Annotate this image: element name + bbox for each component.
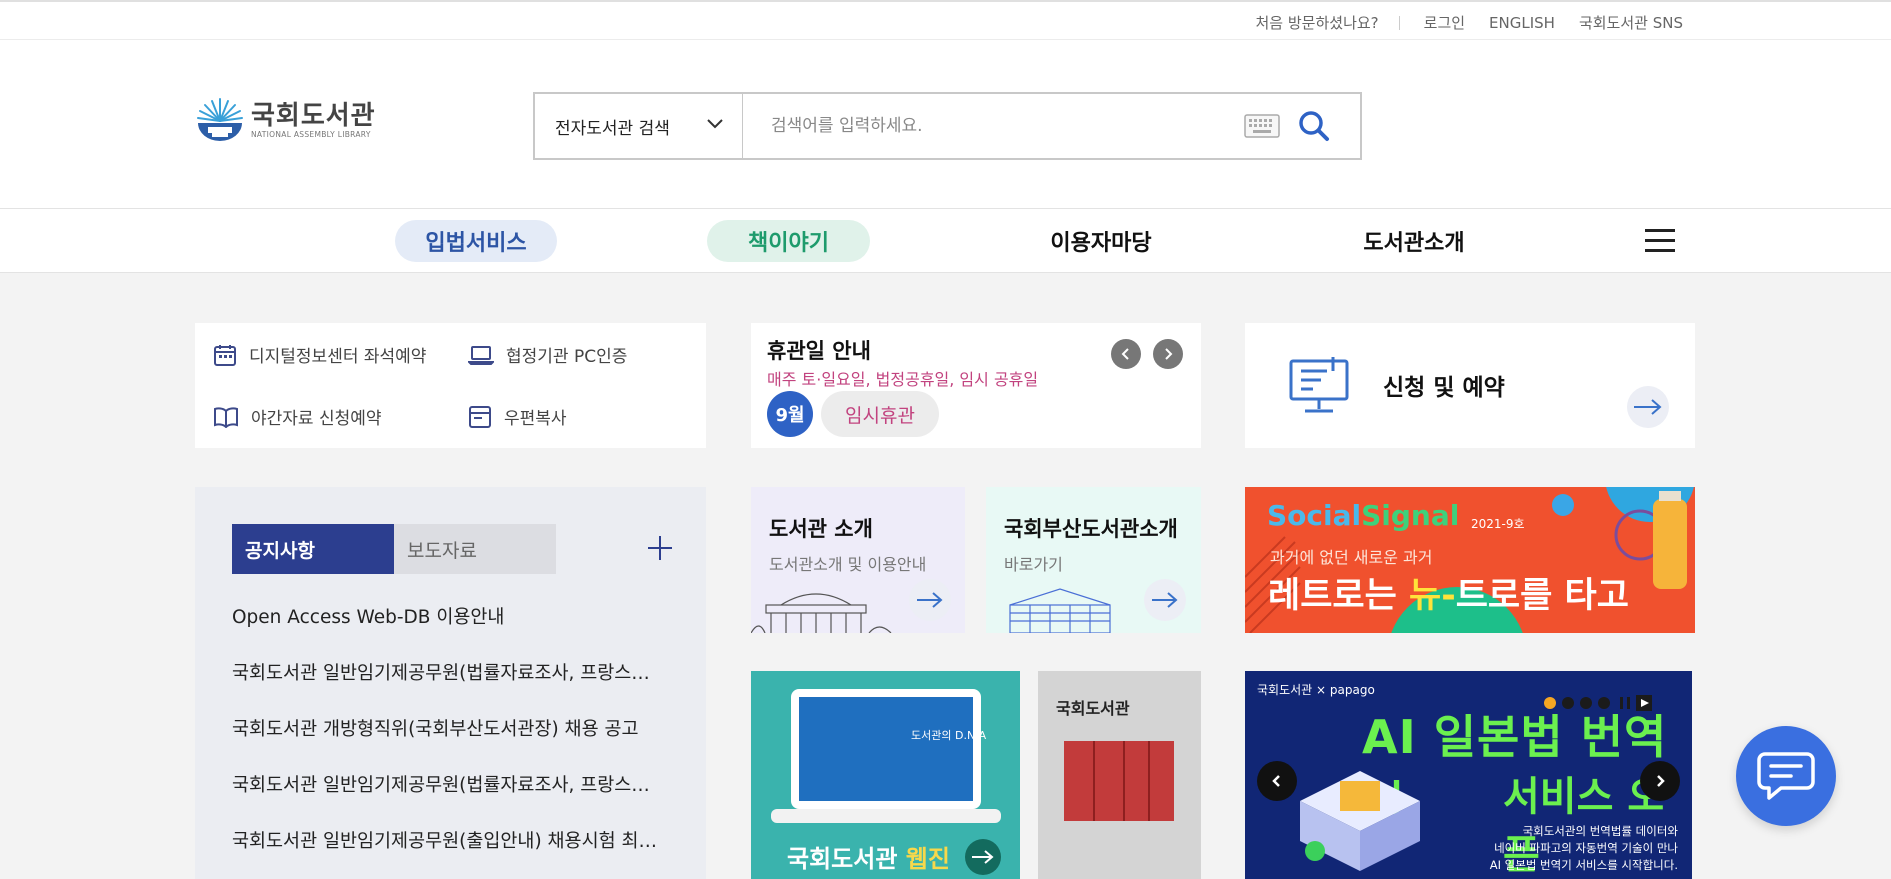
holiday-pager: [1099, 339, 1183, 369]
chatbot-button[interactable]: [1736, 726, 1836, 826]
ai-translator-banner[interactable]: 국회도서관 × papago AI 일본법 번역기 서비스 오픈 국회도서관의 …: [1245, 671, 1692, 879]
banner-prev-button[interactable]: [1257, 761, 1297, 801]
quick-link-night-materials[interactable]: 야간자료 신청예약: [213, 404, 382, 429]
holiday-subtitle: 매주 토·일요일, 법정공휴일, 임시 공휴일: [767, 370, 1039, 389]
notice-item[interactable]: 국회도서관 개방형직위(국회부산도서관장) 채용 공고: [232, 715, 672, 771]
site-logo[interactable]: 국회도서관 NATIONAL ASSEMBLY LIBRARY: [195, 95, 376, 145]
tab-press-releases[interactable]: 보도자료: [394, 524, 556, 574]
quick-link-label: 디지털정보센터 좌석예약: [249, 347, 427, 367]
arrow-right-icon: [917, 592, 943, 608]
card-title: 국회부산도서관소개: [1004, 517, 1178, 541]
menu-icon[interactable]: [1645, 229, 1675, 253]
card-busan-library[interactable]: 국회부산도서관소개 바로가기: [986, 487, 1201, 633]
quick-link-label: 우편복사: [504, 409, 567, 429]
nav-user-square[interactable]: 이용자마당: [1030, 220, 1172, 262]
arrow-right-icon: [1634, 399, 1662, 415]
library-logo-icon: [197, 98, 243, 141]
card-arrow-button[interactable]: [909, 579, 951, 621]
search-box: 전자도서관 검색: [533, 92, 1362, 160]
chevron-left-icon: [1121, 348, 1129, 360]
computer-icon: [1289, 357, 1349, 413]
holiday-month-badge: 9월: [767, 391, 813, 437]
ai-banner-description: 국회도서관의 번역법률 데이터와 네이버 파파고의 자동번역 기술이 만나 AI 일…: [1489, 824, 1678, 872]
card-library-intro[interactable]: 도서관 소개 도서관소개 및 이용안내: [751, 487, 965, 633]
card-title: 도서관 소개: [769, 517, 873, 541]
apply-label: 신청 및 예약: [1383, 375, 1505, 401]
search-scope-label: 전자도서관 검색: [555, 118, 670, 139]
notice-item[interactable]: 국회도서관 일반임기제공무원(출입안내) 채용시험 최…: [232, 827, 672, 879]
prev-button[interactable]: [1111, 339, 1141, 369]
keyboard-icon[interactable]: [1244, 114, 1280, 138]
book-icon: [214, 406, 238, 428]
quick-links-panel: 디지털정보센터 좌석예약 협정기관 PC인증 야간자료 신청예약 우편복사: [195, 323, 706, 448]
partner-logos: 국회도서관 × papago: [1257, 683, 1375, 697]
logo-name-en: NATIONAL ASSEMBLY LIBRARY: [251, 129, 371, 139]
quick-link-pc-auth[interactable]: 협정기관 PC인증: [468, 342, 627, 367]
banner-headline: 레트로는 뉴-트로를 타고: [1268, 576, 1629, 616]
first-visit-link[interactable]: 처음 방문하셨나요?: [1256, 12, 1379, 33]
notice-item[interactable]: 국회도서관 일반임기제공무원(법률자료조사, 프랑스…: [232, 771, 672, 827]
chevron-down-icon: [707, 119, 723, 129]
notice-item[interactable]: 국회도서관 일반임기제공무원(법률자료조사, 프랑스…: [232, 659, 672, 715]
notice-list: Open Access Web-DB 이용안내 국회도서관 일반임기제공무원(법…: [232, 603, 672, 879]
banner-next-button[interactable]: [1640, 761, 1680, 801]
quick-link-label: 야간자료 신청예약: [251, 409, 382, 429]
building-illustration: [751, 593, 892, 633]
webzine-arrow-button[interactable]: [965, 839, 1001, 875]
quick-link-mail-copy[interactable]: 우편복사: [468, 404, 567, 429]
apply-reservation-panel[interactable]: 신청 및 예약: [1245, 323, 1695, 448]
webzine-screen-title: 도서관의 D.N.A: [911, 729, 987, 742]
utility-bar: 처음 방문하셨나요? 로그인 ENGLISH 국회도서관 SNS: [0, 0, 1891, 40]
card-subtitle: 도서관소개 및 이용안내: [769, 555, 927, 574]
holiday-tag: 임시휴관: [821, 391, 939, 437]
main-nav: 입법서비스 책이야기 이용자마당 도서관소개: [0, 208, 1891, 273]
quick-link-seat-reservation[interactable]: 디지털정보센터 좌석예약: [213, 342, 426, 367]
magazine-cover[interactable]: 국회도서관: [1038, 671, 1201, 879]
utility-links: 처음 방문하셨나요? 로그인 ENGLISH 국회도서관 SNS: [1232, 12, 1684, 33]
card-arrow-button[interactable]: [1144, 579, 1186, 621]
magazine-title: 국회도서관: [1056, 699, 1130, 718]
laptop-icon: [468, 345, 494, 365]
notice-item[interactable]: Open Access Web-DB 이용안내: [232, 603, 672, 659]
webzine-label: 국회도서관 웹진: [787, 845, 950, 873]
quick-link-label: 협정기관 PC인증: [506, 347, 628, 367]
nav-legislative-service[interactable]: 입법서비스: [395, 220, 557, 262]
search-scope-select[interactable]: 전자도서관 검색: [535, 94, 743, 158]
arrow-right-icon: [972, 850, 994, 864]
banner-copy: 과거에 없던 새로운 과거: [1270, 548, 1433, 567]
next-button[interactable]: [1153, 339, 1183, 369]
chevron-right-icon: [1657, 775, 1665, 787]
tab-notices[interactable]: 공지사항: [232, 524, 394, 574]
plus-icon[interactable]: [645, 533, 675, 563]
social-signal-banner[interactable]: SocialSignal 2021-9호 과거에 없던 새로운 과거 레트로는 …: [1245, 487, 1695, 633]
document-icon: [469, 405, 491, 428]
utility-divider: [1398, 15, 1400, 30]
sns-link[interactable]: 국회도서관 SNS: [1579, 12, 1683, 33]
holiday-panel: 휴관일 안내 매주 토·일요일, 법정공휴일, 임시 공휴일 9월 임시휴관: [751, 323, 1201, 448]
nav-library-intro[interactable]: 도서관소개: [1343, 220, 1485, 262]
notice-panel: 공지사항 보도자료 Open Access Web-DB 이용안내 국회도서관 …: [195, 487, 706, 879]
laptop-illustration: 도서관의 D.N.A: [771, 689, 1001, 823]
nav-book-story[interactable]: 책이야기: [707, 220, 870, 262]
login-link[interactable]: 로그인: [1424, 12, 1465, 33]
chat-bubble-icon: [1757, 752, 1815, 800]
header: 국회도서관 NATIONAL ASSEMBLY LIBRARY 전자도서관 검색: [0, 40, 1891, 208]
english-link[interactable]: ENGLISH: [1489, 14, 1555, 32]
magazine-cover-art: [1064, 741, 1174, 821]
search-icon: [1299, 111, 1329, 141]
search-button[interactable]: [1294, 106, 1334, 146]
webzine-banner[interactable]: 도서관의 D.N.A 국회도서관 웹진: [751, 671, 1020, 879]
chevron-left-icon: [1272, 775, 1280, 787]
social-signal-logo: SocialSignal: [1267, 499, 1460, 532]
calendar-icon: [214, 344, 236, 366]
apply-arrow-button[interactable]: [1627, 386, 1669, 428]
building-illustration: [1009, 588, 1111, 633]
search-input[interactable]: [743, 94, 1244, 158]
robot-illustration: [1300, 771, 1420, 871]
arrow-right-icon: [1152, 592, 1178, 608]
card-subtitle: 바로가기: [1004, 555, 1063, 574]
issue-number: 2021-9호: [1471, 517, 1525, 531]
logo-name-ko: 국회도서관: [251, 100, 376, 131]
chevron-right-icon: [1165, 348, 1173, 360]
